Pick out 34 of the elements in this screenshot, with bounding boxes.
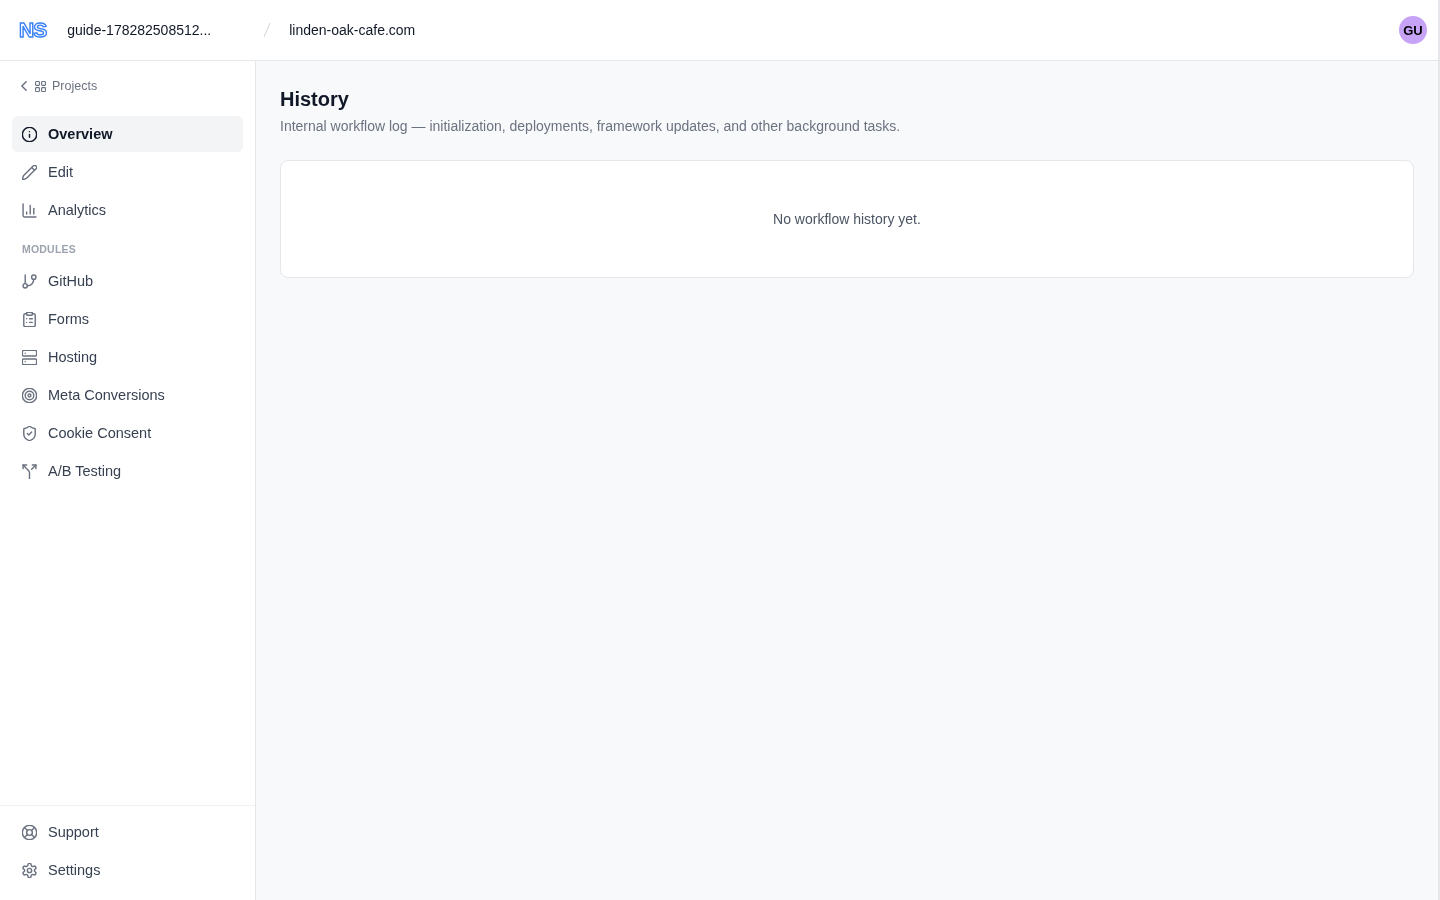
server-icon (22, 349, 37, 365)
split-arrows-icon (22, 463, 37, 479)
projects-back-link[interactable]: Projects (21, 78, 98, 94)
user-avatar[interactable]: GU (1399, 16, 1427, 44)
site-name[interactable]: linden-oak-cafe.com (289, 22, 416, 38)
empty-state-message: No workflow history yet. (773, 210, 921, 229)
breadcrumb-separator-icon (263, 22, 272, 38)
branch-icon (22, 273, 37, 289)
grid-icon (35, 80, 46, 92)
sidebar-nav-item[interactable]: A/B Testing (12, 453, 243, 489)
info-icon (22, 126, 37, 142)
section-heading: MODULES (22, 242, 77, 256)
sidebar-nav-item[interactable]: Hosting (12, 339, 243, 375)
sidebar-nav-item[interactable]: Cookie Consent (12, 415, 243, 451)
shield-check-icon (22, 425, 37, 441)
sidebar-nav-item[interactable]: Edit (12, 154, 243, 190)
sidebar-nav-item[interactable]: GitHub (12, 263, 243, 299)
project-name[interactable]: guide-178282508512... (67, 22, 258, 38)
sidebar-nav-item[interactable]: Analytics (12, 192, 243, 228)
sidebar-nav-item[interactable]: Forms (12, 301, 243, 337)
page-description: Internal workflow log — initialization, deployments, framework updates, and other background tasks. (280, 117, 902, 136)
page-title: History (280, 87, 350, 112)
sidebar-nav-item[interactable]: Settings (12, 852, 243, 888)
settings-icon (22, 862, 37, 878)
lifebuoy-icon (22, 824, 37, 840)
sidebar-nav-item[interactable]: Support (12, 814, 243, 850)
target-icon (22, 387, 37, 403)
clipboard-list-icon (22, 311, 37, 327)
logo[interactable]: NS (19, 19, 47, 41)
sidebar-nav-item[interactable]: Overview (12, 116, 243, 152)
sidebar-nav-item[interactable]: Meta Conversions (12, 377, 243, 413)
pencil-icon (22, 164, 37, 180)
chevron-left-icon (21, 81, 27, 91)
bar-chart-icon (22, 202, 37, 218)
